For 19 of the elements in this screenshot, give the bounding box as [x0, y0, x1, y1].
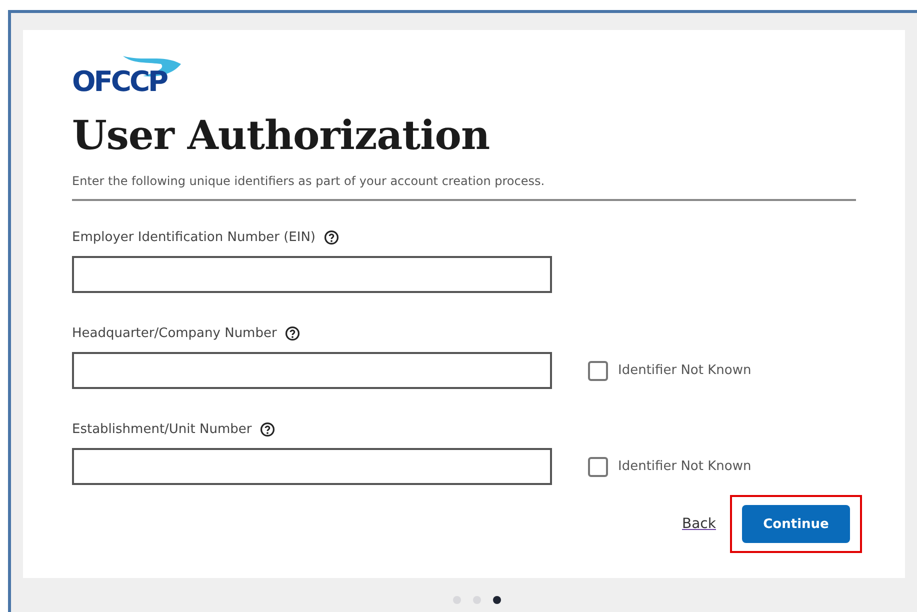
field-label: Headquarter/Company Number	[72, 326, 277, 340]
input-field[interactable]	[72, 256, 552, 293]
field-label: Employer Identification Number (EIN)	[72, 230, 316, 244]
input-field[interactable]	[72, 352, 552, 389]
checkbox-label: Identifier Not Known	[618, 459, 752, 474]
help-icon[interactable]	[260, 422, 275, 436]
checkbox[interactable]	[588, 360, 608, 380]
logo: OFCCP	[72, 52, 188, 102]
field-label: Establishment/Unit Number	[72, 422, 252, 436]
checkbox[interactable]	[588, 456, 608, 476]
step-dot[interactable]	[493, 596, 501, 604]
checkbox-label: Identifier Not Known	[618, 363, 752, 378]
help-icon[interactable]	[284, 326, 300, 340]
help-icon[interactable]	[324, 230, 339, 244]
continue-button[interactable]: Continue	[742, 505, 850, 543]
intro-text: Enter the following unique identifiers as part of your account creation process.	[72, 174, 546, 188]
back-link[interactable]: Back	[682, 516, 716, 532]
page-title: User Authorization	[72, 112, 491, 160]
input-field[interactable]	[72, 448, 552, 485]
